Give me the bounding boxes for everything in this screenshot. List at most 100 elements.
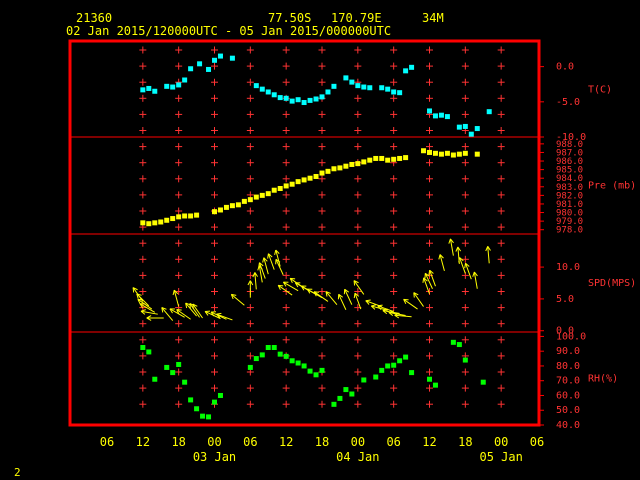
temperature-point bbox=[331, 83, 337, 89]
pressure-point bbox=[164, 217, 170, 223]
temperature-point bbox=[301, 100, 307, 106]
x-tick-label: 06 bbox=[100, 435, 114, 449]
humidity-point bbox=[409, 370, 415, 376]
pressure-tick-label: 980.0 bbox=[556, 209, 583, 219]
humidity-point bbox=[188, 397, 194, 403]
wind-arrow bbox=[337, 293, 347, 310]
pressure-point bbox=[241, 198, 247, 204]
temperature-point bbox=[307, 97, 313, 103]
pressure-point bbox=[403, 155, 409, 161]
pressure-point bbox=[182, 213, 188, 219]
humidity-point bbox=[176, 361, 182, 367]
x-day-label: 03 Jan bbox=[193, 450, 236, 464]
wind-arrow bbox=[252, 272, 259, 290]
x-tick-label: 12 bbox=[136, 435, 150, 449]
temperature-point bbox=[253, 83, 259, 89]
x-tick-label: 18 bbox=[315, 435, 329, 449]
temperature-point bbox=[229, 55, 235, 61]
pressure-point bbox=[462, 150, 468, 156]
wind-arrow bbox=[448, 238, 454, 256]
x-tick-label: 18 bbox=[458, 435, 472, 449]
pressure-point bbox=[223, 204, 229, 210]
humidity-point bbox=[212, 399, 217, 405]
temperature-point bbox=[164, 83, 170, 89]
pressure-point bbox=[367, 157, 373, 163]
wind-arrow bbox=[230, 293, 245, 306]
pressure-point bbox=[253, 194, 259, 200]
pressure-point bbox=[176, 214, 182, 220]
humidity-point bbox=[182, 379, 188, 385]
humidity-point bbox=[337, 395, 343, 401]
humidity-point bbox=[301, 363, 307, 369]
x-tick-label: 06 bbox=[243, 435, 257, 449]
pressure-point bbox=[152, 220, 158, 226]
pressure-panel-label: Pre (mb) bbox=[588, 181, 636, 192]
pressure-point bbox=[385, 157, 391, 163]
x-day-label: 04 Jan bbox=[336, 450, 379, 464]
wind-tick-label: 10.0 bbox=[556, 262, 580, 273]
pressure-tick-label: 983.0 bbox=[556, 183, 583, 193]
temperature-point bbox=[283, 95, 289, 101]
temperature-point bbox=[462, 123, 468, 129]
wind-tick-label: 5.0 bbox=[556, 294, 574, 305]
humidity-point bbox=[403, 354, 409, 360]
humidity-point bbox=[456, 342, 462, 348]
humidity-tick-label: 40.0 bbox=[556, 420, 580, 431]
temperature-point bbox=[152, 88, 158, 94]
humidity-point bbox=[217, 392, 223, 398]
pressure-point bbox=[319, 170, 325, 176]
temperature-point bbox=[486, 109, 492, 115]
humidity-point bbox=[259, 352, 265, 358]
pressure-point bbox=[301, 177, 307, 183]
pressure-point bbox=[259, 192, 265, 198]
pressure-point bbox=[229, 203, 235, 209]
pressure-point bbox=[140, 220, 146, 226]
x-tick-label: 06 bbox=[386, 435, 400, 449]
temperature-point bbox=[468, 131, 474, 137]
pressure-point bbox=[331, 166, 337, 172]
humidity-point bbox=[391, 362, 397, 368]
x-tick-label: 12 bbox=[279, 435, 293, 449]
wind-arrow bbox=[403, 298, 418, 310]
pressure-point bbox=[307, 175, 313, 181]
wind-panel-label: SPD(MPS) bbox=[588, 278, 636, 289]
humidity-point bbox=[146, 349, 152, 355]
wind-arrow bbox=[277, 284, 293, 296]
humidity-point bbox=[164, 364, 170, 370]
temperature-point bbox=[197, 61, 203, 67]
pressure-point bbox=[355, 161, 361, 167]
humidity-point bbox=[361, 377, 367, 383]
humidity-point bbox=[295, 360, 301, 366]
humidity-tick-label: 70.0 bbox=[556, 376, 580, 387]
x-tick-label: 00 bbox=[207, 435, 221, 449]
humidity-point bbox=[170, 370, 176, 376]
wind-arrow bbox=[353, 280, 365, 295]
humidity-point bbox=[373, 374, 379, 380]
x-tick-label: 00 bbox=[494, 435, 508, 449]
temperature-tick-label: -5.0 bbox=[556, 97, 580, 108]
temperature-point bbox=[361, 84, 367, 90]
wind-arrow bbox=[472, 271, 478, 289]
temperature-point bbox=[427, 108, 432, 114]
humidity-point bbox=[206, 414, 212, 420]
pressure-point bbox=[379, 155, 385, 161]
pressure-point bbox=[158, 219, 164, 225]
humidity-point bbox=[253, 356, 259, 362]
humidity-point bbox=[331, 401, 337, 407]
x-day-label: 05 Jan bbox=[479, 450, 522, 464]
humidity-tick-label: 50.0 bbox=[556, 405, 580, 416]
pressure-point bbox=[212, 209, 217, 215]
temperature-point bbox=[456, 124, 462, 130]
temperature-point bbox=[325, 89, 331, 95]
humidity-tick-label: 90.0 bbox=[556, 346, 580, 357]
temperature-point bbox=[176, 82, 182, 88]
pressure-point bbox=[349, 161, 355, 167]
humidity-point bbox=[283, 353, 289, 359]
wind-arrow bbox=[275, 258, 284, 275]
temperature-tick-label: 0.0 bbox=[556, 62, 574, 73]
humidity-point bbox=[397, 358, 403, 364]
temperature-point bbox=[271, 92, 277, 98]
wind-arrow bbox=[413, 292, 424, 307]
pressure-tick-label: 979.0 bbox=[556, 217, 583, 227]
humidity-point bbox=[265, 345, 271, 350]
